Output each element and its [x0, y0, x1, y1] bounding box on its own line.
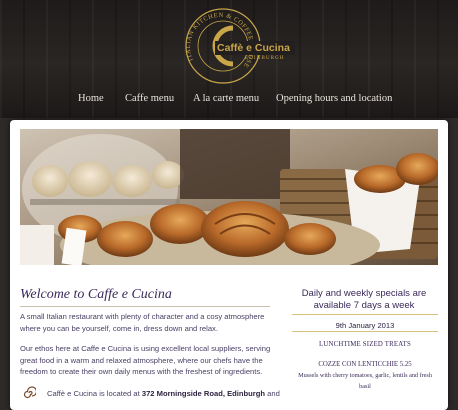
swirl-icon: [22, 386, 38, 400]
location-line: Caffè e Cucina is located at 372 Morning…: [47, 389, 280, 398]
specials-divider-bottom: [292, 331, 438, 332]
nav-caffe-menu[interactable]: Caffe menu: [125, 93, 174, 104]
location-suffix: and: [265, 389, 280, 398]
logo-emblem: ITALIAN KITCHEN & COFFEE HOUSE Caffè e C…: [185, 8, 295, 84]
location-prefix: Caffè e Cucina is located at: [47, 389, 142, 398]
specials-date: 9th January 2013: [335, 321, 395, 330]
heading-divider: [20, 306, 270, 307]
nav-a-la-carte-menu[interactable]: A la carte menu: [193, 93, 259, 104]
specials-divider-top: [292, 314, 438, 315]
caffe-e-cucina-logo[interactable]: ITALIAN KITCHEN & COFFEE HOUSE Caffè e C…: [171, 6, 295, 86]
hero-image-pastries: [20, 129, 438, 265]
specials-item-description: Mussels with cherry tomatoes, garlic, le…: [298, 372, 432, 390]
location-address-link[interactable]: 372 Morningside Road, Edinburgh: [142, 389, 265, 398]
welcome-heading: Welcome to Caffe e Cucina: [20, 287, 172, 302]
specials-heading: Daily and weekly specials are available …: [301, 288, 427, 311]
logo-brand-text: Caffè e Cucina: [217, 42, 290, 54]
intro-paragraph: A small Italian restaurant with plenty o…: [20, 312, 265, 333]
logo-city-text: EDINBURGH: [245, 55, 285, 61]
specials-section-heading: LUNCHTIME SIZED TREATS: [319, 341, 411, 348]
main-nav: Home Caffe menu A la carte menu Opening …: [0, 86, 458, 116]
ethos-paragraph: Our ethos here at Caffe e Cucina is usin…: [20, 344, 271, 377]
nav-opening-hours[interactable]: Opening hours and location: [276, 93, 392, 104]
nav-home[interactable]: Home: [78, 93, 104, 104]
site-header: ITALIAN KITCHEN & COFFEE HOUSE Caffè e C…: [0, 0, 458, 118]
specials-item-name: COZZE CON LENTICCHIE 5.25: [318, 361, 412, 368]
